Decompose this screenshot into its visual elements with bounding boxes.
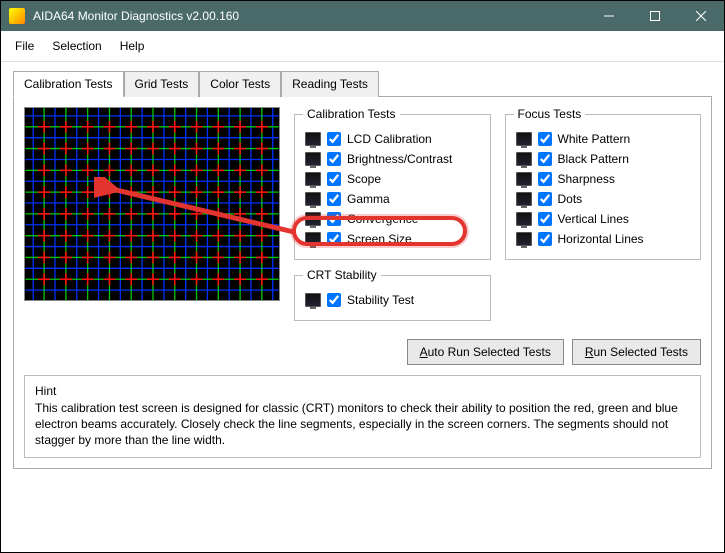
- close-button[interactable]: [678, 1, 724, 31]
- label-vertical-lines[interactable]: Vertical Lines: [558, 212, 629, 226]
- tab-panel-calibration: Calibration Tests LCD Calibration Bright…: [13, 97, 712, 469]
- checkbox-scope[interactable]: [327, 172, 341, 186]
- label-lcd-calibration[interactable]: LCD Calibration: [347, 132, 432, 146]
- label-black-pattern[interactable]: Black Pattern: [558, 152, 629, 166]
- checkbox-white-pattern[interactable]: [538, 132, 552, 146]
- checkbox-stability-test[interactable]: [327, 293, 341, 307]
- titlebar: AIDA64 Monitor Diagnostics v2.00.160: [1, 1, 724, 31]
- label-white-pattern[interactable]: White Pattern: [558, 132, 631, 146]
- label-convergence[interactable]: Convergence: [347, 212, 418, 226]
- checkbox-screen-size[interactable]: [327, 232, 341, 246]
- monitor-icon: [305, 152, 321, 166]
- label-horizontal-lines[interactable]: Horizontal Lines: [558, 232, 644, 246]
- checkbox-gamma[interactable]: [327, 192, 341, 206]
- maximize-button[interactable]: [632, 1, 678, 31]
- checkbox-black-pattern[interactable]: [538, 152, 552, 166]
- checkbox-lcd-calibration[interactable]: [327, 132, 341, 146]
- row-gamma: Gamma: [303, 189, 482, 209]
- label-screen-size[interactable]: Screen Size: [347, 232, 412, 246]
- checkbox-convergence[interactable]: [327, 212, 341, 226]
- row-white-pattern: White Pattern: [514, 129, 693, 149]
- row-dots: Dots: [514, 189, 693, 209]
- monitor-icon: [305, 293, 321, 307]
- row-brightness-contrast: Brightness/Contrast: [303, 149, 482, 169]
- app-icon: [9, 8, 25, 24]
- monitor-icon: [516, 232, 532, 246]
- hint-body: This calibration test screen is designed…: [35, 400, 690, 449]
- hint-box: Hint This calibration test screen is des…: [24, 375, 701, 458]
- group-focus-legend: Focus Tests: [514, 107, 586, 121]
- row-black-pattern: Black Pattern: [514, 149, 693, 169]
- auto-run-selected-tests-button[interactable]: Auto Run Selected Tests: [407, 339, 564, 365]
- tab-grid-tests[interactable]: Grid Tests: [124, 71, 200, 97]
- tab-reading-tests[interactable]: Reading Tests: [281, 71, 379, 97]
- checkbox-vertical-lines[interactable]: [538, 212, 552, 226]
- window-title: AIDA64 Monitor Diagnostics v2.00.160: [33, 9, 586, 23]
- test-preview: [24, 107, 280, 301]
- run-selected-tests-button[interactable]: Run Selected Tests: [572, 339, 701, 365]
- checkbox-horizontal-lines[interactable]: [538, 232, 552, 246]
- monitor-icon: [305, 132, 321, 146]
- monitor-icon: [305, 172, 321, 186]
- menu-selection[interactable]: Selection: [44, 35, 109, 57]
- monitor-icon: [305, 232, 321, 246]
- group-calibration-tests: Calibration Tests LCD Calibration Bright…: [294, 107, 491, 260]
- label-sharpness[interactable]: Sharpness: [558, 172, 615, 186]
- button-row: Auto Run Selected Tests Run Selected Tes…: [24, 339, 701, 365]
- row-sharpness: Sharpness: [514, 169, 693, 189]
- checkbox-brightness-contrast[interactable]: [327, 152, 341, 166]
- group-calibration-legend: Calibration Tests: [303, 107, 400, 121]
- label-dots[interactable]: Dots: [558, 192, 583, 206]
- row-stability-test: Stability Test: [303, 290, 482, 310]
- tab-color-tests[interactable]: Color Tests: [199, 71, 281, 97]
- tab-calibration-tests[interactable]: Calibration Tests: [13, 71, 124, 97]
- monitor-icon: [305, 212, 321, 226]
- monitor-icon: [516, 152, 532, 166]
- label-gamma[interactable]: Gamma: [347, 192, 390, 206]
- minimize-button[interactable]: [586, 1, 632, 31]
- row-scope: Scope: [303, 169, 482, 189]
- checkbox-sharpness[interactable]: [538, 172, 552, 186]
- row-convergence: Convergence: [303, 209, 482, 229]
- row-lcd-calibration: LCD Calibration: [303, 129, 482, 149]
- label-stability-test[interactable]: Stability Test: [347, 293, 414, 307]
- label-brightness-contrast[interactable]: Brightness/Contrast: [347, 152, 452, 166]
- checkbox-dots[interactable]: [538, 192, 552, 206]
- monitor-icon: [516, 192, 532, 206]
- content-area: Calibration Tests Grid Tests Color Tests…: [1, 62, 724, 481]
- monitor-icon: [516, 172, 532, 186]
- menu-file[interactable]: File: [7, 35, 42, 57]
- group-crt-legend: CRT Stability: [303, 268, 381, 282]
- group-focus-tests: Focus Tests White Pattern Black Pattern: [505, 107, 702, 260]
- label-scope[interactable]: Scope: [347, 172, 381, 186]
- monitor-icon: [305, 192, 321, 206]
- hint-title: Hint: [35, 384, 690, 398]
- tab-strip: Calibration Tests Grid Tests Color Tests…: [13, 70, 712, 97]
- row-horizontal-lines: Horizontal Lines: [514, 229, 693, 249]
- menubar: File Selection Help: [1, 31, 724, 62]
- monitor-icon: [516, 212, 532, 226]
- menu-help[interactable]: Help: [112, 35, 153, 57]
- row-screen-size: Screen Size: [303, 229, 482, 249]
- group-crt-stability: CRT Stability Stability Test: [294, 268, 491, 321]
- monitor-icon: [516, 132, 532, 146]
- row-vertical-lines: Vertical Lines: [514, 209, 693, 229]
